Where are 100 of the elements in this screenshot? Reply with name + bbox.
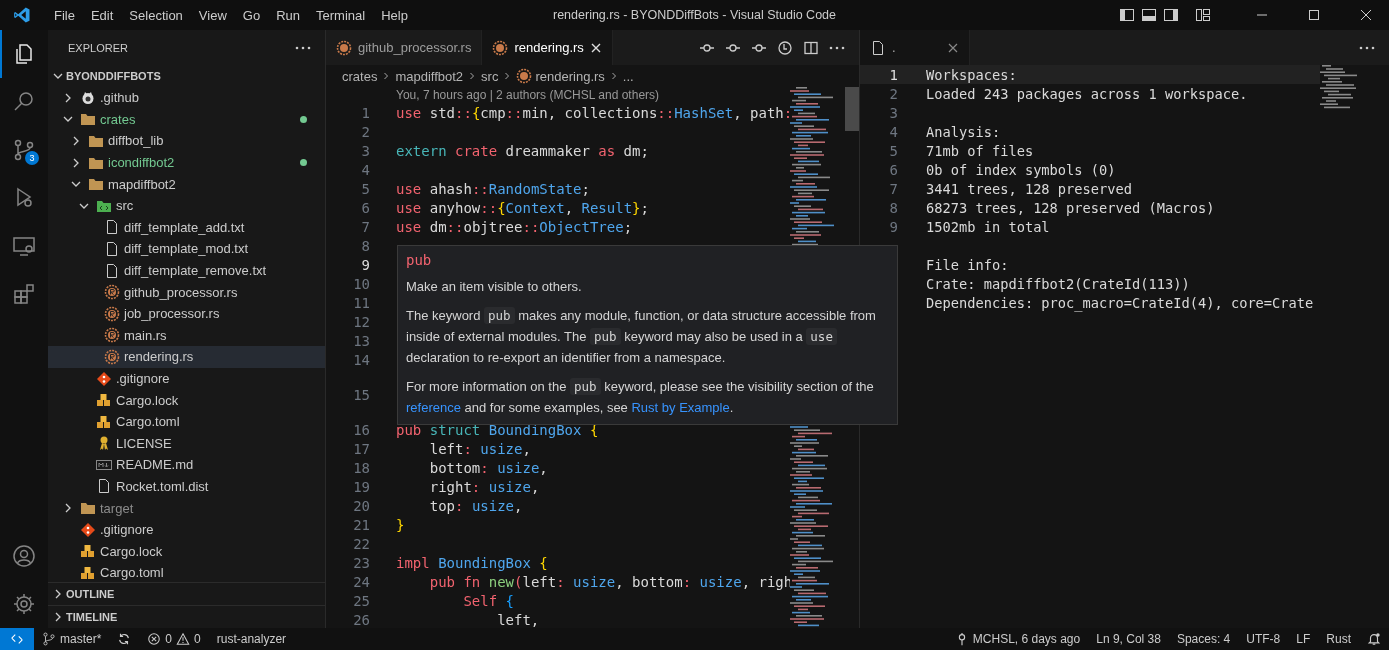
timeline-icon[interactable] bbox=[777, 39, 793, 56]
line-number: 1 bbox=[360, 104, 371, 121]
tree-item[interactable]: github_processor.rs bbox=[48, 281, 325, 303]
tree-item[interactable]: job_processor.rs bbox=[48, 302, 325, 325]
menu-item[interactable]: Selection bbox=[121, 7, 191, 23]
tree-item[interactable]: rendering.rs bbox=[48, 346, 325, 368]
line-number: 8 bbox=[360, 237, 371, 254]
close-icon[interactable] bbox=[589, 41, 602, 54]
tree-item[interactable]: .gitignore bbox=[48, 367, 325, 390]
breadcrumb[interactable]: ... bbox=[622, 68, 634, 84]
git-diamond-icon bbox=[96, 370, 112, 387]
remote-explorer-icon bbox=[12, 234, 36, 258]
tree-item[interactable]: Cargo.toml bbox=[48, 410, 325, 433]
status-item[interactable]: LF bbox=[1288, 632, 1319, 646]
more-actions-icon[interactable] bbox=[295, 45, 311, 50]
blame-item[interactable]: MCHSL, 6 days ago bbox=[946, 632, 1089, 646]
tree-item[interactable]: mapdiffbot2 bbox=[48, 173, 325, 195]
tree-item[interactable]: main.rs bbox=[48, 324, 325, 347]
line-number: 24 bbox=[352, 573, 371, 590]
tree-item[interactable]: diff_template_mod.txt bbox=[48, 238, 325, 260]
hover-paragraph: For more information on the pub keyword, please see the visibility section of the reference and for some examples, see Rust by Example. bbox=[406, 377, 875, 417]
link[interactable]: reference bbox=[406, 400, 461, 415]
menu-item[interactable]: File bbox=[46, 7, 83, 23]
tree-item[interactable]: src bbox=[48, 194, 325, 217]
tree-item[interactable]: crates bbox=[48, 108, 325, 131]
tree-item[interactable]: diff_template_add.txt bbox=[48, 216, 325, 239]
close-icon[interactable] bbox=[1360, 9, 1372, 21]
line-number: 23 bbox=[352, 554, 371, 571]
line-number: 4 bbox=[888, 123, 899, 140]
line-number: 22 bbox=[352, 535, 371, 552]
line-number: 14 bbox=[352, 351, 371, 368]
file-icon bbox=[104, 262, 120, 279]
vscode-logo-icon bbox=[13, 6, 31, 24]
status-item[interactable]: Ln 9, Col 38 bbox=[1088, 632, 1169, 646]
toggle-panel-icon[interactable] bbox=[1141, 7, 1157, 23]
menu-item[interactable]: Run bbox=[268, 7, 308, 23]
editor-tab[interactable]: . bbox=[860, 30, 970, 65]
branch-icon bbox=[42, 632, 56, 646]
breadcrumb[interactable]: crates bbox=[342, 68, 378, 84]
branch-item[interactable]: master* bbox=[34, 632, 110, 646]
tree-item[interactable]: target bbox=[48, 497, 325, 519]
breadcrumb[interactable]: mapdiffbot2 bbox=[395, 68, 464, 84]
layout-icon[interactable] bbox=[1195, 7, 1211, 23]
rust-gear-icon bbox=[104, 327, 120, 344]
line-number: 20 bbox=[352, 497, 371, 514]
breadcrumb[interactable]: src bbox=[481, 68, 499, 84]
more-actions-icon[interactable] bbox=[829, 45, 845, 50]
breadcrumb[interactable]: rendering.rs bbox=[535, 68, 605, 84]
line-number: 2 bbox=[360, 123, 371, 140]
menu-item[interactable]: Go bbox=[234, 7, 269, 23]
settings-icon[interactable] bbox=[12, 592, 36, 616]
split-editor-icon[interactable] bbox=[803, 39, 819, 56]
menu-item[interactable]: Terminal bbox=[308, 7, 374, 23]
toggle-sidebar-icon[interactable] bbox=[1119, 7, 1135, 23]
line-number: 5 bbox=[888, 142, 899, 159]
status-dot bbox=[300, 159, 307, 167]
status-item[interactable]: rust-analyzer bbox=[208, 632, 295, 646]
maximize-icon[interactable] bbox=[1308, 9, 1320, 21]
menu-item[interactable]: Edit bbox=[82, 7, 122, 23]
status-item[interactable]: Rust bbox=[1318, 632, 1359, 646]
sync-icon[interactable] bbox=[117, 632, 132, 646]
section-header[interactable]: OUTLINE bbox=[48, 582, 325, 605]
tree-item[interactable]: Cargo.toml bbox=[48, 562, 325, 582]
account-icon[interactable] bbox=[12, 544, 36, 568]
tree-item[interactable]: LICENSE bbox=[48, 432, 325, 455]
editor-tab[interactable]: rendering.rs bbox=[482, 30, 613, 65]
status-item[interactable]: Spaces: 4 bbox=[1168, 632, 1239, 646]
folder-header[interactable]: BYONDDIFFBOTS bbox=[48, 65, 325, 87]
toggle-secondary-sidebar-icon[interactable] bbox=[1163, 7, 1179, 23]
output-line: 68273 trees, 128 preserved (Macros) bbox=[926, 199, 1215, 216]
tree-item[interactable]: diffbot_lib bbox=[48, 130, 325, 152]
status-dot bbox=[300, 115, 307, 123]
more-actions-icon[interactable] bbox=[1359, 45, 1375, 50]
output-line: 71mb of files bbox=[926, 142, 1034, 159]
output-line: Workspaces: bbox=[926, 66, 1017, 83]
code-line: left, bbox=[496, 611, 540, 628]
menu-item[interactable]: Help bbox=[373, 7, 416, 23]
tree-item[interactable]: icondiffbot2 bbox=[48, 151, 325, 174]
activity-item[interactable]: 3 bbox=[0, 126, 48, 174]
tree-item[interactable]: diff_template_remove.txt bbox=[48, 259, 325, 282]
tree-item[interactable]: .github bbox=[48, 87, 325, 109]
tree-item[interactable]: .gitignore bbox=[48, 518, 325, 541]
notifications-icon[interactable] bbox=[1367, 632, 1381, 646]
tree-item[interactable]: Rocket.toml.dist bbox=[48, 475, 325, 498]
remote-button[interactable] bbox=[0, 628, 34, 650]
boxes-icon bbox=[96, 392, 112, 409]
code-lens[interactable]: You, 7 hours ago | 2 authors (MCHSL and others) bbox=[396, 88, 660, 102]
menu-item[interactable]: View bbox=[190, 7, 235, 23]
code-line: impl BoundingBox { bbox=[396, 554, 548, 571]
problems-item[interactable]: 0 0 bbox=[139, 632, 209, 646]
scrollbar-thumb[interactable] bbox=[845, 87, 859, 131]
tree-item[interactable]: Cargo.lock bbox=[48, 540, 325, 563]
status-item[interactable]: UTF-8 bbox=[1238, 632, 1289, 646]
remote-icon bbox=[10, 632, 24, 646]
tree-item[interactable]: Cargo.lock bbox=[48, 389, 325, 411]
tree-item[interactable]: README.md bbox=[48, 454, 325, 476]
hover-paragraph: The keyword pub makes any module, function, or data structure accessible from inside of external modules. The pub keyword may also be used in a use declaration to re-export an identifier from a namespace. bbox=[406, 306, 877, 367]
rust-gear-icon bbox=[104, 305, 120, 322]
line-number: 1 bbox=[888, 66, 899, 83]
link[interactable]: Rust by Example bbox=[631, 400, 730, 415]
